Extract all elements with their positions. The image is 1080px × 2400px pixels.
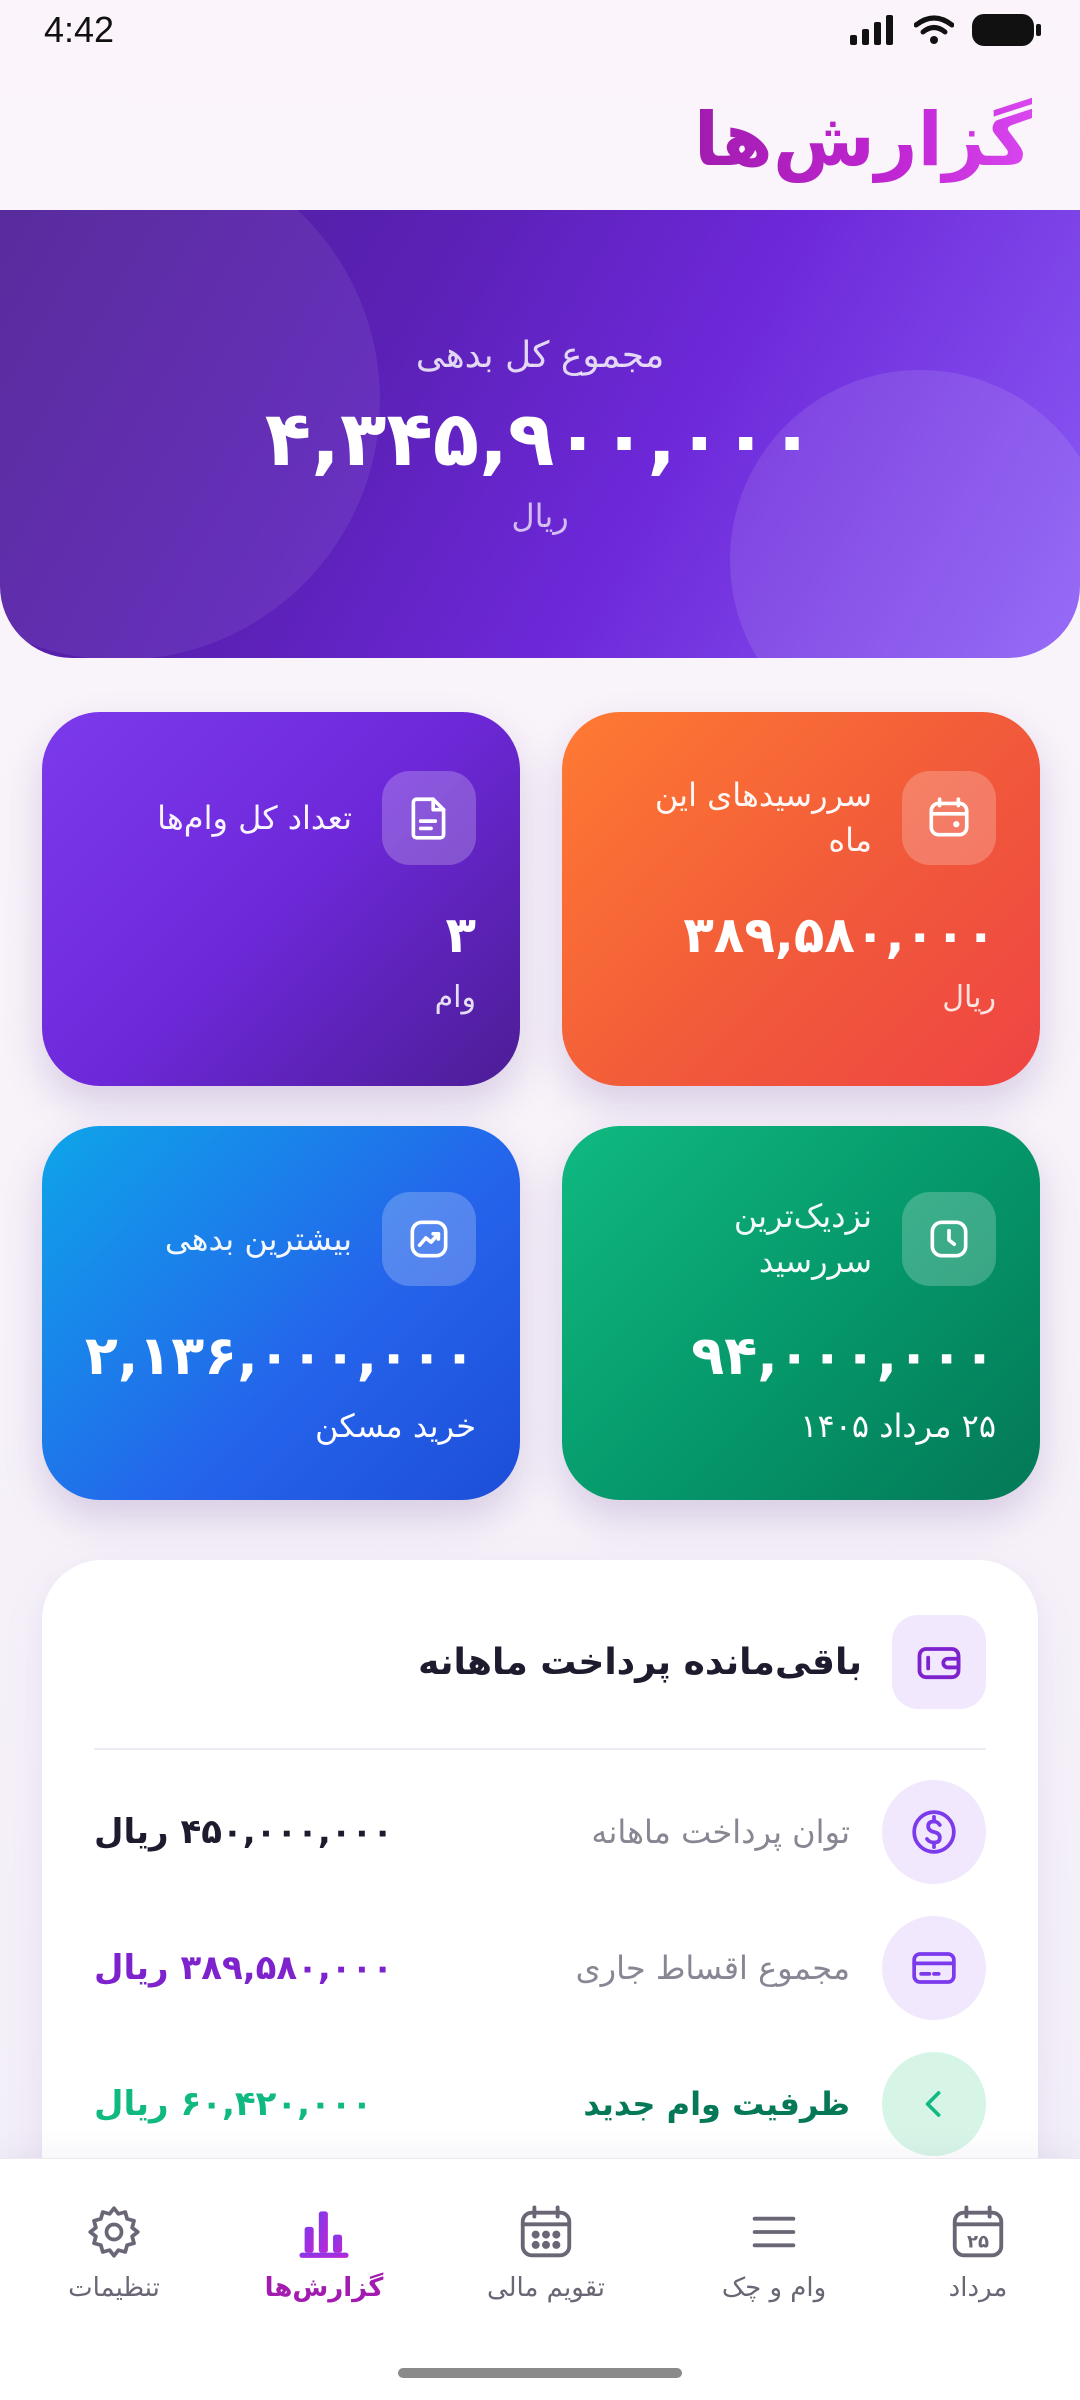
current-installments-row: مجموع اقساط جاری ۳۸۹,۵۸۰,۰۰۰ ریال bbox=[94, 1916, 986, 2020]
nav-label: گزارش‌ها bbox=[264, 2273, 384, 2303]
nav-label: مرداد bbox=[948, 2273, 1008, 2303]
total-debt-hero: مجموع کل بدهی ۴,۳۴۵,۹۰۰,۰۰۰ ریال bbox=[0, 210, 1080, 658]
nearest-due-title: نزدیک‌ترین سررسید bbox=[734, 1194, 872, 1284]
page-title: گزارش‌ها bbox=[693, 97, 1032, 183]
total-loans-unit: وام bbox=[434, 980, 476, 1015]
total-loans-title: تعداد کل وام‌ها bbox=[157, 798, 352, 837]
chevron-left-icon[interactable] bbox=[882, 2052, 986, 2156]
highest-debt-loan-name: خرید مسکن bbox=[314, 1407, 476, 1445]
nav-label: وام و چک bbox=[721, 2273, 827, 2303]
row-value: ۳۸۹,۵۸۰,۰۰۰ ریال bbox=[94, 1948, 394, 1988]
nav-item-financial-calendar[interactable]: تقویم مالی bbox=[446, 2199, 646, 2303]
wifi-icon bbox=[914, 15, 954, 44]
gear-icon bbox=[14, 2199, 214, 2265]
wallet-icon bbox=[902, 771, 996, 865]
panel-title: باقی‌مانده پرداخت ماهانه bbox=[418, 1641, 862, 1683]
nearest-due-card[interactable]: نزدیک‌ترین سررسید ۹۴,۰۰۰,۰۰۰ ۲۵ مرداد ۱۴… bbox=[562, 1126, 1040, 1500]
total-debt-unit: ریال bbox=[511, 497, 569, 535]
signal-icon bbox=[850, 15, 893, 45]
new-loan-capacity-row[interactable]: ظرفیت وام جدید ۶۰,۴۲۰,۰۰۰ ریال bbox=[94, 2052, 986, 2156]
highest-debt-value: ۲,۱۳۶,۰۰۰,۰۰۰ bbox=[84, 1324, 476, 1387]
due-this-month-value: ۳۸۹,۵۸۰,۰۰۰ bbox=[683, 906, 996, 964]
bar-chart-icon bbox=[224, 2199, 424, 2265]
nearest-due-date: ۲۵ مرداد ۱۴۰۵ bbox=[800, 1407, 996, 1445]
divider bbox=[94, 1748, 986, 1750]
total-debt-label: مجموع کل بدهی bbox=[415, 335, 665, 376]
status-bar: 4:42 bbox=[0, 0, 1080, 60]
payment-capacity-row: توان پرداخت ماهانه ۴۵۰,۰۰۰,۰۰۰ ریال bbox=[94, 1780, 986, 1884]
clock-icon bbox=[902, 1192, 996, 1286]
highest-debt-title: بیشترین بدهی bbox=[164, 1219, 352, 1258]
row-value: ۶۰,۴۲۰,۰۰۰ ریال bbox=[94, 2084, 373, 2124]
wallet-icon bbox=[892, 1615, 986, 1709]
svg-text:۲۵: ۲۵ bbox=[967, 2232, 989, 2253]
status-time: 4:42 bbox=[44, 9, 115, 50]
nav-label: تقویم مالی bbox=[486, 2273, 606, 2303]
row-label: توان پرداخت ماهانه bbox=[591, 1813, 850, 1851]
due-this-month-unit: ریال bbox=[942, 980, 996, 1015]
home-indicator[interactable] bbox=[398, 2368, 682, 2378]
highest-debt-card[interactable]: بیشترین بدهی ۲,۱۳۶,۰۰۰,۰۰۰ خرید مسکن bbox=[42, 1126, 520, 1500]
nearest-due-value: ۹۴,۰۰۰,۰۰۰ bbox=[691, 1324, 996, 1387]
dollar-icon bbox=[882, 1780, 986, 1884]
row-label: ظرفیت وام جدید bbox=[583, 2085, 850, 2123]
nav-item-settings[interactable]: تنظیمات bbox=[14, 2199, 214, 2303]
bottom-nav: ۲۵ مرداد وام و چک تقویم مالی bbox=[0, 2158, 1080, 2400]
calendar-25-icon: ۲۵ bbox=[878, 2199, 1078, 2265]
row-label: مجموع اقساط جاری bbox=[575, 1949, 850, 1987]
status-icons bbox=[850, 14, 1042, 46]
menu-icon bbox=[674, 2199, 874, 2265]
nav-item-reports[interactable]: گزارش‌ها bbox=[224, 2199, 424, 2303]
nearest-due-title-line1: نزدیک‌ترین bbox=[733, 1197, 872, 1236]
page-header: گزارش‌ها bbox=[0, 70, 1080, 210]
due-this-month-title: سررسیدهای این ماه bbox=[654, 776, 872, 859]
due-this-month-card[interactable]: سررسیدهای این ماه ۳۸۹,۵۸۰,۰۰۰ ریال bbox=[562, 712, 1040, 1086]
total-loans-value: ۳ bbox=[445, 906, 476, 964]
nearest-due-title-line2: سررسید bbox=[758, 1242, 872, 1280]
total-debt-amount: ۴,۳۴۵,۹۰۰,۰۰۰ bbox=[264, 394, 816, 483]
document-icon bbox=[382, 771, 476, 865]
total-loans-card[interactable]: تعداد کل وام‌ها ۳ وام bbox=[42, 712, 520, 1086]
trend-icon bbox=[382, 1192, 476, 1286]
row-value: ۴۵۰,۰۰۰,۰۰۰ ریال bbox=[94, 1812, 394, 1852]
nav-item-month[interactable]: ۲۵ مرداد bbox=[878, 2199, 1078, 2303]
nav-item-loans-checks[interactable]: وام و چک bbox=[674, 2199, 874, 2303]
card-icon bbox=[882, 1916, 986, 2020]
calendar-icon bbox=[446, 2199, 646, 2265]
nav-label: تنظیمات bbox=[68, 2273, 160, 2303]
battery-icon bbox=[972, 14, 1041, 46]
